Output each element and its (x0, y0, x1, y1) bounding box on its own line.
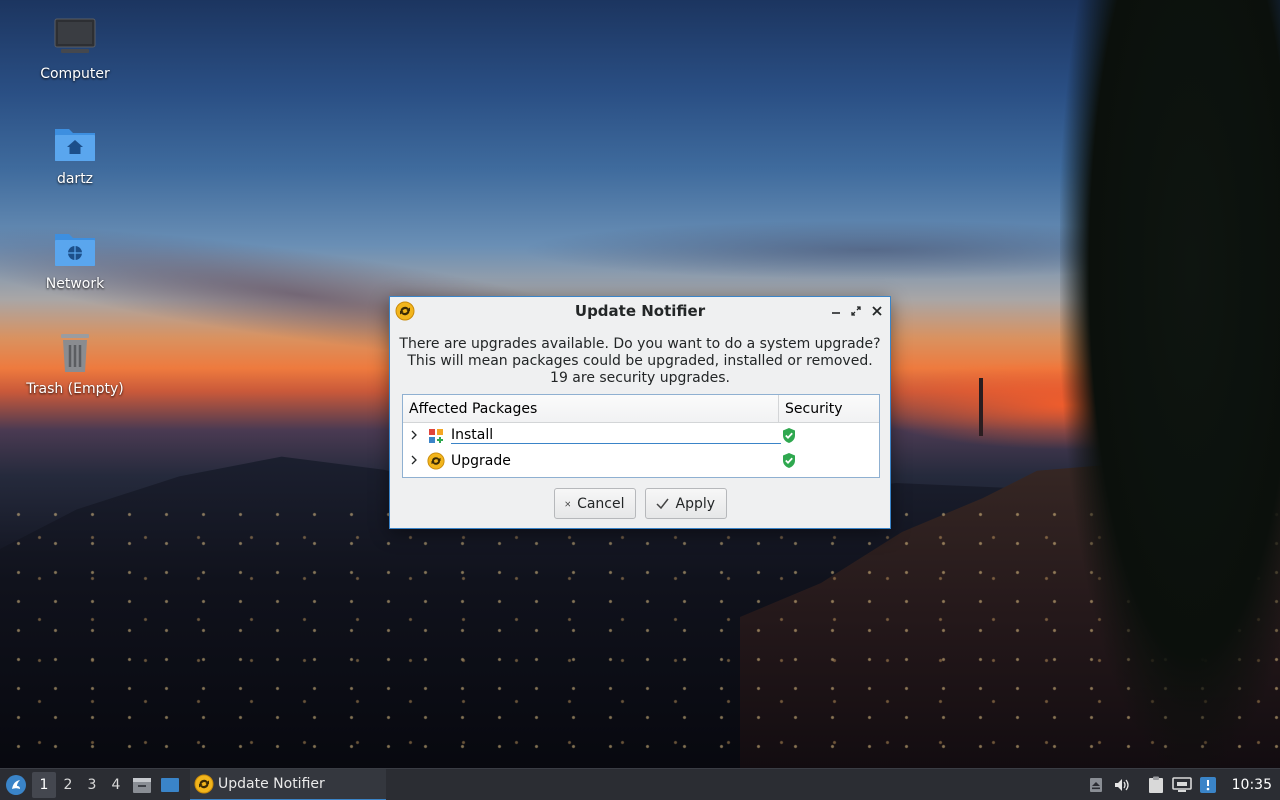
table-row-install[interactable]: Install (403, 423, 879, 448)
update-notifier-app-icon (395, 301, 415, 321)
start-menu-icon (6, 774, 26, 795)
clipboard-icon (1148, 776, 1163, 793)
clock[interactable]: 10:35 (1220, 777, 1280, 793)
cancel-button-label: Cancel (577, 495, 625, 512)
desktop-icon-computer[interactable]: Computer (20, 16, 130, 82)
cancel-x-icon (564, 500, 570, 507)
workspace-4[interactable]: 4 (104, 772, 128, 798)
column-header-security[interactable]: Security (779, 395, 879, 422)
dialog-buttons: Cancel Apply (390, 488, 890, 519)
show-desktop-icon (161, 777, 179, 792)
computer-icon (54, 18, 96, 53)
workspace-2[interactable]: 2 (56, 772, 80, 798)
taskbar: 1 2 3 4 Update Notifier 10:35 (0, 768, 1280, 800)
update-notifier-dialog: Update Notifier There are upgrades avail… (389, 296, 891, 529)
table-row-upgrade[interactable]: Upgrade (403, 448, 879, 473)
shield-check-icon (783, 453, 795, 468)
shield-check-icon (783, 428, 795, 443)
tray-clipboard[interactable] (1144, 769, 1168, 800)
apply-button[interactable]: Apply (644, 488, 727, 519)
apply-button-label: Apply (675, 495, 716, 512)
message-line: There are upgrades available. Do you wan… (399, 336, 881, 352)
volume-icon (1114, 779, 1129, 791)
update-notifier-app-icon (194, 774, 214, 794)
expand-arrow-icon[interactable] (405, 429, 423, 443)
task-label: Update Notifier (218, 776, 325, 792)
expand-arrow-icon[interactable] (405, 454, 423, 468)
row-label: Upgrade (451, 452, 511, 469)
taskbar-task-update-notifier[interactable]: Update Notifier (190, 769, 386, 800)
eject-icon (1089, 778, 1102, 792)
dialog-title: Update Notifier (574, 302, 706, 320)
table-header: Affected Packages Security (403, 395, 879, 423)
tray-eject[interactable] (1084, 769, 1108, 800)
file-manager-launcher[interactable] (128, 771, 156, 799)
show-desktop-button[interactable] (156, 771, 184, 799)
message-line: 19 are security upgrades. (550, 370, 730, 386)
upgrade-message: There are upgrades available. Do you wan… (390, 336, 890, 387)
upgrade-icon (427, 451, 445, 470)
tray-volume[interactable] (1110, 769, 1134, 800)
desktop-icon-label: dartz (56, 171, 94, 187)
install-icon (429, 428, 443, 443)
network-wired-icon (1171, 777, 1192, 792)
trash-icon (61, 334, 89, 372)
dialog-titlebar[interactable]: Update Notifier (390, 297, 890, 325)
minimize-icon (832, 312, 840, 314)
minimize-button[interactable] (827, 302, 845, 320)
network-folder-icon (55, 234, 95, 266)
file-manager-icon (133, 777, 151, 793)
workspace-3[interactable]: 3 (80, 772, 104, 798)
desktop-icon-network[interactable]: Network (20, 226, 130, 292)
desktop-icon-home[interactable]: dartz (20, 121, 130, 187)
maximize-icon (851, 306, 861, 316)
desktop-icon-label: Trash (Empty) (26, 381, 124, 397)
tray-network[interactable] (1170, 769, 1194, 800)
update-available-icon (1199, 777, 1216, 793)
checkmark-icon (655, 498, 669, 509)
home-folder-icon (55, 129, 95, 161)
close-icon (872, 306, 882, 316)
desktop-icon-label: Network (45, 276, 105, 292)
application-menu-button[interactable] (0, 769, 32, 800)
row-label: Install (451, 427, 781, 444)
cancel-button[interactable]: Cancel (553, 488, 636, 519)
maximize-button[interactable] (847, 302, 865, 320)
system-tray: 10:35 (1082, 769, 1280, 800)
desktop-icon-trash[interactable]: Trash (Empty) (20, 331, 130, 397)
column-header-packages[interactable]: Affected Packages (403, 395, 779, 422)
tray-update-notifier[interactable] (1196, 769, 1220, 800)
desktop-icon-label: Computer (40, 66, 110, 82)
message-line: This will mean packages could be upgrade… (407, 353, 873, 369)
affected-packages-table: Affected Packages Security Install Upgra… (402, 394, 880, 478)
workspace-1[interactable]: 1 (32, 771, 56, 798)
close-button[interactable] (868, 302, 886, 320)
